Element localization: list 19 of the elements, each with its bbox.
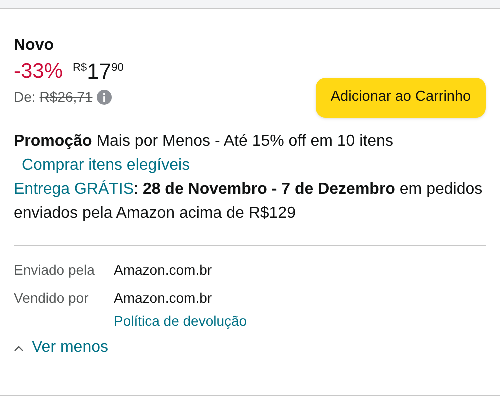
detail-label: Enviado pela xyxy=(14,261,96,280)
condition-label: Novo xyxy=(14,36,55,56)
detail-label: Vendido por xyxy=(14,289,90,308)
price-whole: 17 xyxy=(87,59,112,85)
promotion-text: Promoção Mais por Menos - Até 15% off em 10 itens xyxy=(14,132,394,152)
free-delivery-link[interactable]: Entrega GRÁTIS xyxy=(14,181,134,198)
price-cents: 90 xyxy=(112,61,124,75)
currency-symbol: R$ xyxy=(73,61,88,75)
discount-percent: -33% xyxy=(14,59,64,85)
info-icon[interactable] xyxy=(96,90,112,104)
list-price-label: De: xyxy=(14,88,36,107)
add-to-cart-button[interactable]: Adicionar ao Carrinho xyxy=(316,78,486,118)
list-price: R$26,71 xyxy=(40,88,93,107)
detail-value: Amazon.com.br xyxy=(114,261,212,280)
eligible-items-link[interactable]: Comprar itens elegíveis xyxy=(22,154,190,178)
detail-value: Amazon.com.br xyxy=(114,289,214,308)
return-policy-link[interactable]: Política de devolução xyxy=(114,310,248,332)
delivery-text: Entrega GRÁTIS: 28 de Novembro - 7 de Dezembro em pedidos enviados pela Amazon acima de R$129 xyxy=(14,179,484,224)
toggle-details-link[interactable]: Ver menos xyxy=(14,336,108,360)
